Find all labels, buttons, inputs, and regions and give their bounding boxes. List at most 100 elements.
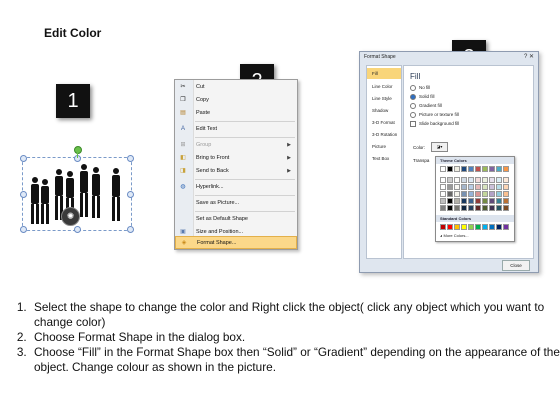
- theme-color-swatch[interactable]: [503, 166, 509, 172]
- standard-color-swatch[interactable]: [440, 224, 446, 230]
- category-shadow[interactable]: Shadow: [367, 105, 401, 116]
- close-button[interactable]: Close: [502, 260, 530, 271]
- theme-color-swatch[interactable]: [461, 205, 467, 211]
- theme-color-swatch[interactable]: [468, 205, 474, 211]
- theme-color-swatch[interactable]: [454, 177, 460, 183]
- option-no-fill[interactable]: No fill: [410, 84, 430, 92]
- theme-color-swatch[interactable]: [468, 198, 474, 204]
- theme-color-swatch[interactable]: [454, 184, 460, 190]
- theme-color-swatch[interactable]: [461, 191, 467, 197]
- theme-color-swatch[interactable]: [475, 184, 481, 190]
- theme-color-swatch[interactable]: [468, 177, 474, 183]
- theme-color-swatch[interactable]: [468, 166, 474, 172]
- theme-color-swatch[interactable]: [440, 198, 446, 204]
- theme-color-swatch[interactable]: [482, 166, 488, 172]
- theme-color-swatch[interactable]: [447, 166, 453, 172]
- theme-color-swatch[interactable]: [461, 166, 467, 172]
- theme-color-swatch[interactable]: [447, 184, 453, 190]
- theme-color-swatch[interactable]: [440, 177, 446, 183]
- menu-item-format-shape[interactable]: ◈ Format Shape...: [175, 236, 297, 249]
- category-line-color[interactable]: Line Color: [367, 81, 401, 92]
- standard-color-swatch[interactable]: [475, 224, 481, 230]
- standard-color-swatch[interactable]: [496, 224, 502, 230]
- theme-color-swatch[interactable]: [447, 205, 453, 211]
- standard-color-swatch[interactable]: [447, 224, 453, 230]
- category-3d-format[interactable]: 3-D Format: [367, 117, 401, 128]
- theme-color-swatch[interactable]: [482, 191, 488, 197]
- theme-color-swatch[interactable]: [496, 198, 502, 204]
- theme-color-swatch[interactable]: [496, 184, 502, 190]
- category-picture[interactable]: Picture: [367, 141, 401, 152]
- theme-color-swatch[interactable]: [461, 177, 467, 183]
- option-solid-fill[interactable]: Solid fill: [410, 93, 435, 101]
- menu-item-bring-to-front[interactable]: ◧ Bring to Front ▶: [175, 152, 297, 165]
- theme-color-swatch[interactable]: [489, 177, 495, 183]
- option-gradient-fill[interactable]: Gradient fill: [410, 102, 442, 110]
- theme-color-swatch[interactable]: [440, 184, 446, 190]
- standard-color-swatch[interactable]: [468, 224, 474, 230]
- theme-color-swatch[interactable]: [475, 177, 481, 183]
- theme-color-swatch[interactable]: [489, 184, 495, 190]
- theme-color-swatch[interactable]: [447, 198, 453, 204]
- category-fill[interactable]: Fill: [367, 68, 401, 79]
- option-background-fill[interactable]: Slide background fill: [410, 120, 459, 128]
- resize-handle[interactable]: [127, 155, 134, 162]
- theme-color-swatch[interactable]: [440, 205, 446, 211]
- rotation-handle[interactable]: [74, 146, 82, 154]
- theme-color-swatch[interactable]: [454, 198, 460, 204]
- theme-color-swatch[interactable]: [503, 191, 509, 197]
- theme-color-swatch[interactable]: [503, 177, 509, 183]
- theme-color-swatch[interactable]: [454, 166, 460, 172]
- theme-color-swatch[interactable]: [482, 205, 488, 211]
- resize-handle[interactable]: [20, 155, 27, 162]
- theme-color-swatch[interactable]: [475, 205, 481, 211]
- theme-color-swatch[interactable]: [503, 205, 509, 211]
- resize-handle[interactable]: [127, 226, 134, 233]
- menu-item-save-as-picture[interactable]: Save as Picture...: [175, 197, 297, 210]
- theme-color-swatch[interactable]: [475, 198, 481, 204]
- theme-color-swatch[interactable]: [489, 166, 495, 172]
- theme-color-swatch[interactable]: [440, 191, 446, 197]
- theme-color-swatch[interactable]: [447, 177, 453, 183]
- standard-color-swatch[interactable]: [454, 224, 460, 230]
- theme-color-swatch[interactable]: [489, 191, 495, 197]
- resize-handle[interactable]: [127, 191, 134, 198]
- standard-color-swatch[interactable]: [503, 224, 509, 230]
- theme-color-swatch[interactable]: [461, 184, 467, 190]
- menu-item-cut[interactable]: ✂ Cut: [175, 81, 297, 94]
- standard-color-swatch[interactable]: [489, 224, 495, 230]
- menu-item-paste[interactable]: ▤ Paste: [175, 107, 297, 120]
- theme-color-swatch[interactable]: [496, 177, 502, 183]
- menu-item-set-default-shape[interactable]: Set as Default Shape: [175, 213, 297, 226]
- theme-color-swatch[interactable]: [482, 184, 488, 190]
- theme-color-swatch[interactable]: [503, 184, 509, 190]
- more-colors-link[interactable]: ◕ More Colors...: [440, 233, 469, 238]
- theme-color-swatch[interactable]: [482, 198, 488, 204]
- theme-color-swatch[interactable]: [496, 191, 502, 197]
- theme-color-swatch[interactable]: [475, 166, 481, 172]
- theme-color-swatch[interactable]: [482, 177, 488, 183]
- menu-item-copy[interactable]: ❐ Copy: [175, 94, 297, 107]
- theme-color-swatch[interactable]: [468, 184, 474, 190]
- standard-color-swatch[interactable]: [461, 224, 467, 230]
- theme-color-swatch[interactable]: [447, 191, 453, 197]
- theme-color-swatch[interactable]: [468, 191, 474, 197]
- theme-color-swatch[interactable]: [475, 191, 481, 197]
- theme-color-swatch[interactable]: [496, 205, 502, 211]
- theme-color-swatch[interactable]: [454, 205, 460, 211]
- theme-color-swatch[interactable]: [489, 198, 495, 204]
- option-picture-fill[interactable]: Picture or texture fill: [410, 111, 459, 119]
- standard-color-swatch[interactable]: [482, 224, 488, 230]
- category-line-style[interactable]: Line Style: [367, 93, 401, 104]
- menu-item-hyperlink[interactable]: ◍ Hyperlink...: [175, 181, 297, 194]
- theme-color-swatch[interactable]: [461, 198, 467, 204]
- color-picker-button[interactable]: ◪▾: [431, 142, 448, 152]
- category-text-box[interactable]: Text Box: [367, 153, 401, 164]
- menu-item-edit-text[interactable]: A Edit Text: [175, 123, 297, 136]
- theme-color-swatch[interactable]: [496, 166, 502, 172]
- theme-color-swatch[interactable]: [440, 166, 446, 172]
- theme-color-swatch[interactable]: [454, 191, 460, 197]
- menu-item-send-to-back[interactable]: ◨ Send to Back ▶: [175, 165, 297, 178]
- category-3d-rotation[interactable]: 3-D Rotation: [367, 129, 401, 140]
- theme-color-swatch[interactable]: [503, 198, 509, 204]
